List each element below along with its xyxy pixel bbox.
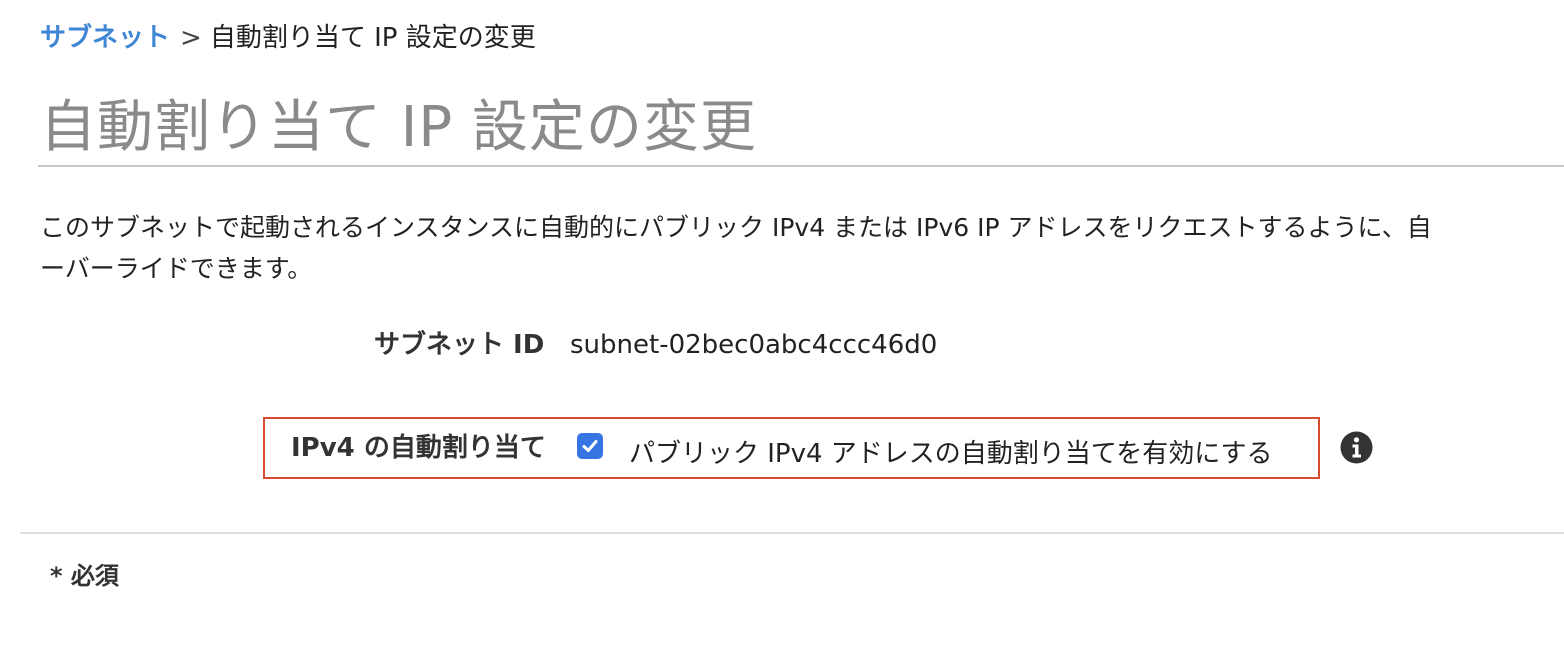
info-circle-glyph xyxy=(1340,431,1373,464)
auto-assign-ipv4-checkbox[interactable] xyxy=(577,433,603,459)
breadcrumb-separator: > xyxy=(180,23,202,53)
title-divider xyxy=(38,165,1564,167)
description-line-2: ーバーライドできます。 xyxy=(40,254,313,283)
footer-divider xyxy=(20,532,1564,534)
page-description: このサブネットで起動されるインスタンスに自動的にパブリック IPv4 または I… xyxy=(40,207,1564,289)
breadcrumb-current: 自動割り当て IP 設定の変更 xyxy=(209,23,536,53)
description-line-1: このサブネットで起動されるインスタンスに自動的にパブリック IPv4 または I… xyxy=(40,213,1432,242)
page-title: 自動割り当て IP 設定の変更 xyxy=(40,95,757,160)
required-note: * 必須 xyxy=(50,562,119,590)
auto-assign-ipv4-checkbox-label[interactable]: パブリック IPv4 アドレスの自動割り当てを有効にする xyxy=(629,435,1273,473)
subnet-id-row: サブネット ID subnet-02bec0abc4ccc46d0 xyxy=(0,325,1000,365)
breadcrumb-subnets-link[interactable]: サブネット xyxy=(40,23,170,53)
checkmark-icon xyxy=(582,440,598,452)
subnet-id-label: サブネット ID xyxy=(374,330,545,360)
breadcrumb: サブネット > 自動割り当て IP 設定の変更 xyxy=(40,20,536,56)
info-circle-icon[interactable] xyxy=(1340,431,1373,464)
subnet-id-value: subnet-02bec0abc4ccc46d0 xyxy=(570,330,938,360)
auto-assign-ipv4-row: IPv4 の自動割り当て パブリック IPv4 アドレスの自動割り当てを有効にす… xyxy=(263,417,1320,479)
modify-auto-assign-ip-page: サブネット > 自動割り当て IP 設定の変更 自動割り当て IP 設定の変更 この… xyxy=(0,0,1564,670)
auto-assign-ipv4-label: IPv4 の自動割り当て xyxy=(291,433,546,463)
